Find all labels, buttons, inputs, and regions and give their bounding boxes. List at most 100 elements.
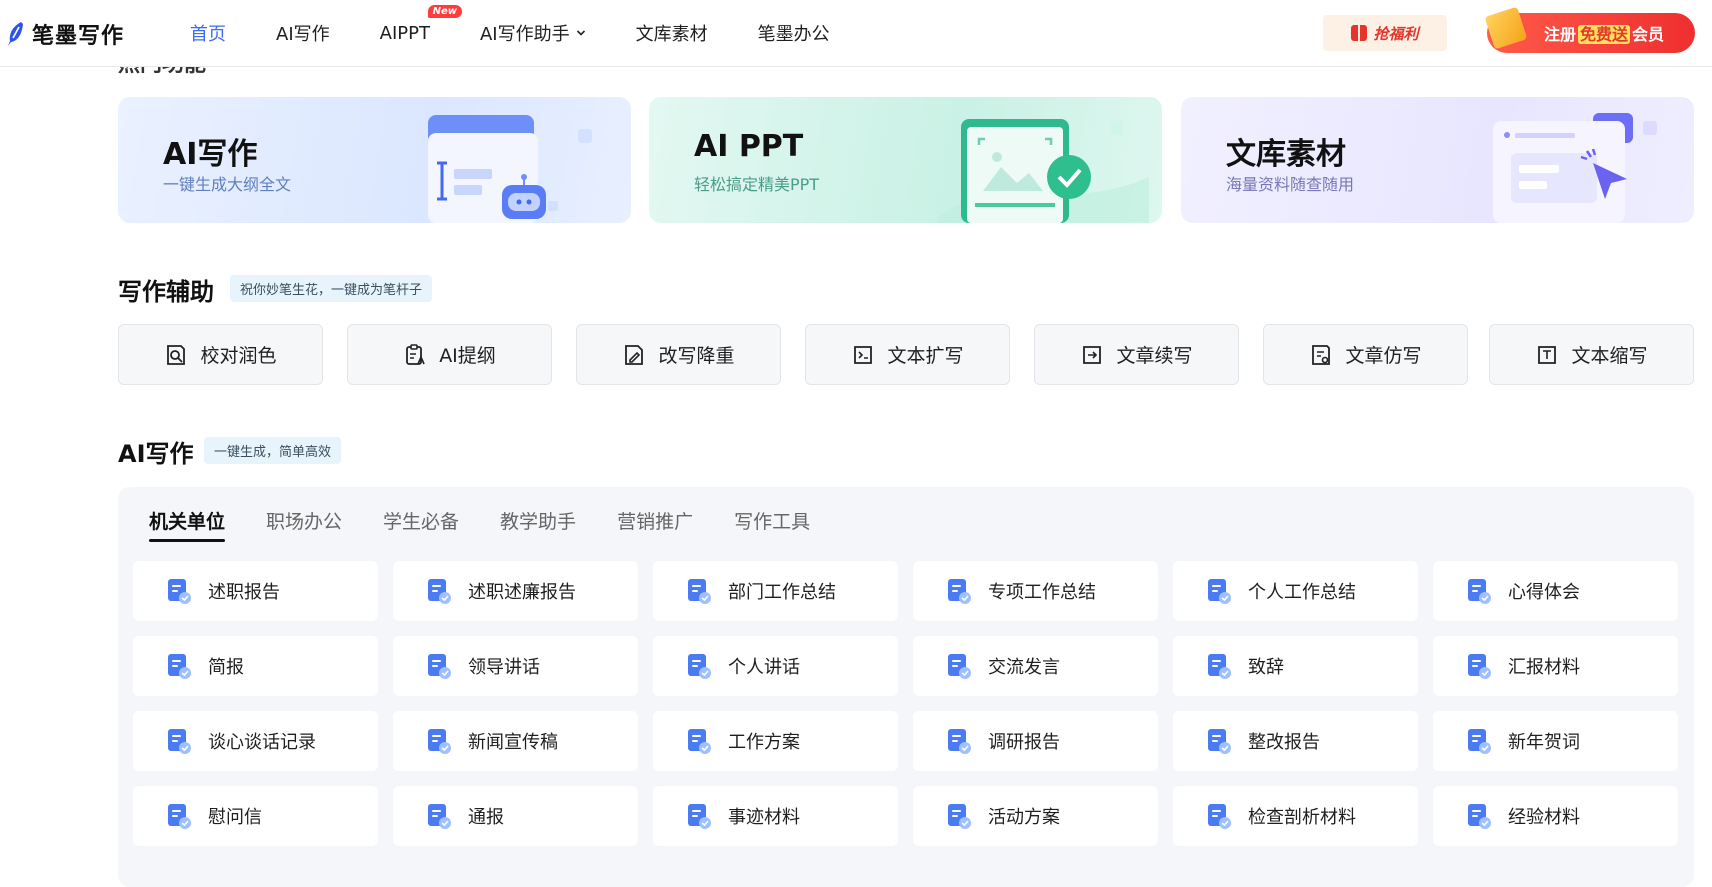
template-item-label: 个人讲话: [728, 657, 800, 678]
nav-home[interactable]: 首页: [190, 20, 226, 46]
chevron-down-icon: [576, 30, 585, 36]
abbreviate-text-icon: [1538, 345, 1557, 364]
template-item[interactable]: 新闻宣传稿: [393, 711, 638, 771]
nav-aippt[interactable]: AIPPT New: [380, 4, 463, 44]
tab-students[interactable]: 学生必备: [383, 507, 459, 542]
document-icon: [688, 804, 711, 829]
template-item[interactable]: 慰问信: [133, 786, 378, 846]
template-item[interactable]: 调研报告: [913, 711, 1158, 771]
template-item[interactable]: 心得体会: [1433, 561, 1678, 621]
tool-ai-outline[interactable]: AI提纲: [347, 324, 552, 385]
document-icon: [1468, 729, 1491, 754]
nav-ai-writing[interactable]: AI写作: [276, 20, 330, 46]
tool-imitate[interactable]: 文章仿写: [1263, 324, 1468, 385]
document-icon: [1208, 654, 1231, 679]
template-item-label: 工作方案: [728, 732, 800, 753]
ai-writing-panel: 机关单位 职场办公 学生必备 教学助手 营销推广 写作工具 述职报告 述职述廉报告…: [118, 487, 1694, 887]
register-button[interactable]: 注册 免费送 会员: [1484, 6, 1695, 53]
tab-workplace[interactable]: 职场办公: [266, 507, 342, 542]
template-item-label: 心得体会: [1508, 582, 1580, 603]
nav-library[interactable]: 文库素材: [636, 20, 708, 46]
assist-section-tag: 祝你妙笔生花，一键成为笔杆子: [230, 275, 433, 302]
new-badge: New: [427, 4, 463, 18]
gift-icon: [1351, 25, 1368, 41]
tab-government[interactable]: 机关单位: [149, 507, 226, 542]
template-item[interactable]: 工作方案: [653, 711, 898, 771]
feature-card-ai-writing[interactable]: AI写作 一键生成大纲全文: [118, 97, 631, 223]
tool-proofread[interactable]: 校对润色: [118, 324, 323, 385]
template-item-label: 慰问信: [208, 807, 262, 828]
feature-card-library[interactable]: 文库素材 海量资料随查随用: [1181, 97, 1694, 223]
template-item-label: 谈心谈话记录: [208, 732, 316, 753]
tool-continue[interactable]: 文章续写: [1034, 324, 1239, 385]
template-item[interactable]: 活动方案: [913, 786, 1158, 846]
template-item-label: 专项工作总结: [988, 582, 1096, 603]
document-icon: [428, 654, 451, 679]
template-item[interactable]: 领导讲话: [393, 636, 638, 696]
template-item-label: 简报: [208, 657, 244, 678]
template-item[interactable]: 事迹材料: [653, 786, 898, 846]
tool-abbreviate[interactable]: 文本缩写: [1489, 324, 1694, 385]
feature-card-ai-ppt[interactable]: AI PPT 轻松搞定精美PPT: [649, 97, 1162, 223]
document-icon: [688, 654, 711, 679]
template-item[interactable]: 谈心谈话记录: [133, 711, 378, 771]
tab-writing-tools[interactable]: 写作工具: [734, 507, 810, 542]
tab-teaching[interactable]: 教学助手: [500, 507, 576, 542]
document-icon: [168, 654, 191, 679]
grab-benefits-button[interactable]: 抢福利: [1323, 15, 1447, 51]
document-icon: [1208, 579, 1231, 604]
rewrite-icon: [625, 344, 644, 365]
document-icon: [948, 804, 971, 829]
template-item[interactable]: 部门工作总结: [653, 561, 898, 621]
template-item[interactable]: 个人讲话: [653, 636, 898, 696]
imitate-writing-icon: [1312, 344, 1331, 365]
top-header: 笔墨写作 首页 AI写作 AIPPT New AI写作助手 文库素材 笔墨办公 …: [0, 0, 1712, 67]
folder-robot-icon: [428, 115, 592, 223]
tool-rewrite[interactable]: 改写降重: [576, 324, 781, 385]
template-item[interactable]: 交流发言: [913, 636, 1158, 696]
logo-text: 笔墨写作: [32, 24, 125, 49]
template-item[interactable]: 经验材料: [1433, 786, 1678, 846]
template-item-label: 调研报告: [988, 732, 1060, 753]
document-icon: [1468, 804, 1491, 829]
expand-text-icon: [854, 345, 873, 364]
template-item-label: 汇报材料: [1508, 657, 1580, 678]
ai-section-tag: 一键生成，简单高效: [204, 437, 342, 464]
document-icon: [948, 654, 971, 679]
template-item[interactable]: 专项工作总结: [913, 561, 1158, 621]
template-item[interactable]: 述职述廉报告: [393, 561, 638, 621]
template-item-label: 检查剖析材料: [1248, 807, 1356, 828]
template-item[interactable]: 汇报材料: [1433, 636, 1678, 696]
template-item-label: 致辞: [1248, 657, 1284, 678]
continue-writing-icon: [1083, 345, 1102, 364]
template-item[interactable]: 新年贺词: [1433, 711, 1678, 771]
document-icon: [948, 729, 971, 754]
document-icon: [948, 579, 971, 604]
tab-marketing[interactable]: 营销推广: [617, 507, 693, 542]
document-icon: [1468, 579, 1491, 604]
document-icon: [428, 579, 451, 604]
template-item[interactable]: 述职报告: [133, 561, 378, 621]
template-item[interactable]: 整改报告: [1173, 711, 1418, 771]
template-item[interactable]: 检查剖析材料: [1173, 786, 1418, 846]
slide-check-icon: [939, 119, 1149, 223]
category-tabs: 机关单位 职场办公 学生必备 教学助手 营销推广 写作工具: [149, 507, 851, 542]
document-icon: [688, 579, 711, 604]
nav-ai-assistant[interactable]: AI写作助手: [480, 20, 586, 46]
template-item[interactable]: 个人工作总结: [1173, 561, 1418, 621]
nav-office[interactable]: 笔墨办公: [758, 20, 830, 46]
document-icon: [428, 804, 451, 829]
document-icon: [688, 729, 711, 754]
document-icon: [1208, 804, 1231, 829]
site-logo[interactable]: 笔墨写作: [4, 18, 124, 50]
template-item-label: 述职报告: [208, 582, 280, 603]
template-item[interactable]: 简报: [133, 636, 378, 696]
tool-expand[interactable]: 文本扩写: [805, 324, 1010, 385]
main-nav: 首页 AI写作 AIPPT New AI写作助手 文库素材 笔墨办公: [190, 0, 880, 66]
template-item-label: 新闻宣传稿: [468, 732, 558, 753]
proofread-icon: [167, 344, 186, 365]
document-icon: [168, 804, 191, 829]
template-item[interactable]: 致辞: [1173, 636, 1418, 696]
template-item[interactable]: 通报: [393, 786, 638, 846]
document-icon: [1208, 729, 1231, 754]
